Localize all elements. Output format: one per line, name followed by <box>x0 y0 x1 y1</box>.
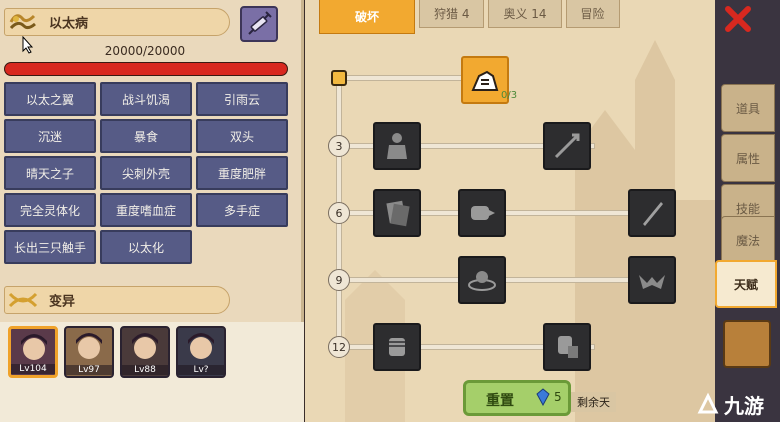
disease-panel: 以太病 20000/20000 以太之翼 战斗饥渴 引雨云沉迷 暴食 双头晴天之子 尖刺外… <box>0 0 304 422</box>
trait-button[interactable]: 尖刺外壳 <box>100 156 192 190</box>
talent-node-r6-3[interactable] <box>628 189 676 237</box>
level-marker: 3 <box>328 135 350 157</box>
mutation-avatar[interactable]: Lv104 <box>8 326 58 378</box>
trait-button[interactable]: 以太化 <box>100 230 192 264</box>
mutation-avatar[interactable]: Lv97 <box>64 326 114 378</box>
level-marker: 6 <box>328 202 350 224</box>
fist-icon <box>389 338 405 356</box>
arm-wrestle-icon <box>471 70 499 91</box>
trait-grid: 以太之翼 战斗饥渴 引雨云沉迷 暴食 双头晴天之子 尖刺外壳 重度肥胖完全灵体化 重度嗜血症多… <box>4 82 296 264</box>
fist-slam-icon <box>558 336 578 358</box>
tab-hunt[interactable]: 狩猎 4 <box>419 0 485 28</box>
talent-node-r12-2[interactable] <box>543 323 591 371</box>
hp-bar <box>4 62 288 76</box>
side-tab-magic[interactable]: 魔法 <box>721 216 775 264</box>
arrow-spike-icon <box>554 133 580 159</box>
talent-node-r12-1[interactable] <box>373 323 421 371</box>
level-marker: 12 <box>328 336 350 358</box>
mutation-title: 变异 <box>49 294 76 310</box>
mutation-avatar[interactable]: Lv88 <box>120 326 170 378</box>
talent-node-r6-1[interactable] <box>373 189 421 237</box>
talent-node-r3-2[interactable] <box>543 122 591 170</box>
talent-node-r9-2[interactable] <box>628 256 676 304</box>
tree-row-line <box>345 277 675 283</box>
disease-icon <box>9 14 36 30</box>
brand-text: 九游 <box>724 393 764 418</box>
trait-button[interactable]: 战斗饥渴 <box>100 82 192 116</box>
tree-root-node <box>331 70 347 86</box>
trait-button[interactable]: 晴天之子 <box>4 156 96 190</box>
tab-adventure[interactable]: 冒险 <box>565 0 620 28</box>
tree-root-line <box>345 75 465 81</box>
trait-button[interactable]: 重度嗜血症 <box>100 193 192 227</box>
brand-logo-icon <box>697 392 719 414</box>
disease-name: 以太病 <box>49 16 89 32</box>
tab-mystery[interactable]: 奥义 14 <box>488 0 562 28</box>
trait-button[interactable]: 以太之翼 <box>4 82 96 116</box>
reset-label: 重置 <box>486 393 514 409</box>
avatar-level: Lv? <box>178 365 224 375</box>
trait-button[interactable]: 重度肥胖 <box>196 156 288 190</box>
tab-destroy[interactable]: 破坏 <box>319 0 415 34</box>
ripple-orb-icon <box>468 271 496 291</box>
trait-button[interactable]: 双头 <box>196 119 288 153</box>
reset-button[interactable]: 重置 5 <box>463 380 571 416</box>
gem-count: 5 <box>554 390 562 404</box>
hp-bar-fill <box>5 63 287 75</box>
top-tab-bar: 破坏 狩猎 4 奥义 14 冒险 <box>319 0 620 34</box>
level-marker: 9 <box>328 269 350 291</box>
trait-button[interactable]: 完全灵体化 <box>4 193 96 227</box>
gem-icon <box>536 388 550 406</box>
talent-area: 破坏 狩猎 4 奥义 14 冒险 3 6 9 12 0/3 重置 5 剩余天 <box>305 0 715 422</box>
close-icon[interactable] <box>723 4 753 34</box>
blade-icon <box>643 202 663 226</box>
side-tab-attributes[interactable]: 属性 <box>721 134 775 182</box>
talent-node-r9-1[interactable] <box>458 256 506 304</box>
hp-value: 20000/20000 <box>104 44 186 58</box>
punch-icon <box>471 206 495 220</box>
talent-node-r6-2[interactable] <box>458 189 506 237</box>
bat-wing-icon <box>639 275 665 289</box>
brand-watermark: 九游 <box>696 388 780 420</box>
mutation-avatar[interactable]: Lv? <box>176 326 226 378</box>
trait-button[interactable]: 引雨云 <box>196 82 288 116</box>
side-tab-items[interactable]: 道具 <box>721 84 775 132</box>
root-node-progress: 0/3 <box>501 90 518 101</box>
syringe-button[interactable] <box>240 6 278 42</box>
mutation-icon <box>8 292 38 308</box>
syringe-icon <box>248 11 272 35</box>
trait-button[interactable]: 暴食 <box>100 119 192 153</box>
trait-button[interactable]: 沉迷 <box>4 119 96 153</box>
talent-node-r3-1[interactable] <box>373 122 421 170</box>
side-emblem-icon <box>723 320 771 368</box>
avatar-level: Lv104 <box>11 364 55 374</box>
avatar-level: Lv88 <box>122 365 168 375</box>
side-nav: 道具 属性 技能 魔法 天赋 <box>715 0 780 422</box>
trait-button[interactable]: 长出三只触手 <box>4 230 96 264</box>
side-tab-talent[interactable]: 天赋 <box>715 260 777 308</box>
brute-icon <box>387 133 407 159</box>
trait-button[interactable]: 多手症 <box>196 193 288 227</box>
avatar-level: Lv97 <box>66 365 112 375</box>
shield-cards-icon <box>386 200 410 227</box>
remaining-points-label: 剩余天 <box>571 392 616 412</box>
